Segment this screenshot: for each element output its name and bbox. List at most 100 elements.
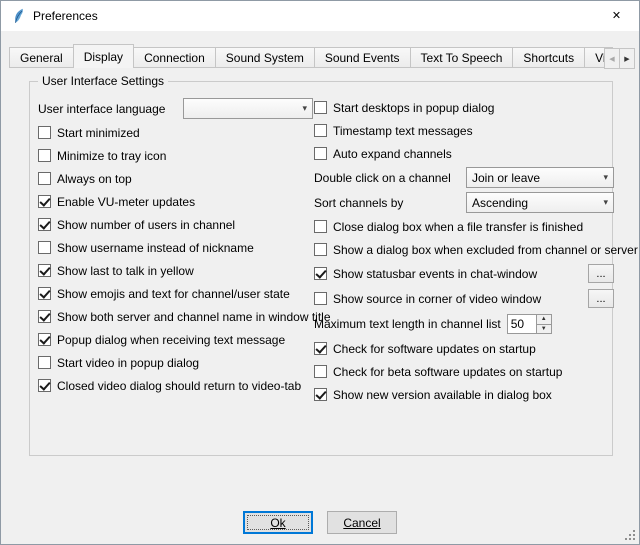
chevron-down-icon: ▾ bbox=[302, 103, 307, 114]
checkbox[interactable] bbox=[38, 195, 51, 208]
checkbox-row: Check for software updates on startup bbox=[314, 337, 614, 360]
resize-grip[interactable] bbox=[625, 530, 636, 541]
checkbox[interactable] bbox=[38, 149, 51, 162]
spin-down-icon[interactable]: ▼ bbox=[537, 325, 551, 334]
checkbox[interactable] bbox=[38, 218, 51, 231]
sort-channels-value: Ascending bbox=[472, 196, 599, 210]
checkbox-label[interactable]: Popup dialog when receiving text message bbox=[57, 333, 285, 347]
spin-up-icon[interactable]: ▲ bbox=[537, 315, 551, 325]
checkbox[interactable] bbox=[314, 292, 327, 305]
checkbox-label[interactable]: Auto expand channels bbox=[333, 147, 452, 161]
left-column: User interface language ▾ Start minimize… bbox=[38, 96, 313, 397]
double-click-row: Double click on a channel Join or leave … bbox=[314, 165, 614, 190]
tab-display[interactable]: Display bbox=[73, 44, 134, 68]
checkbox[interactable] bbox=[314, 101, 327, 114]
checkbox-row: Minimize to tray icon bbox=[38, 144, 313, 167]
max-text-length-stepper[interactable]: 50 ▲ ▼ bbox=[507, 314, 552, 334]
checkbox-row: Close dialog box when a file transfer is… bbox=[314, 215, 614, 238]
tab-sound-system[interactable]: Sound System bbox=[215, 47, 315, 67]
checkbox-label[interactable]: Show emojis and text for channel/user st… bbox=[57, 287, 290, 301]
checkbox-label[interactable]: Show number of users in channel bbox=[57, 218, 235, 232]
close-icon[interactable]: ✕ bbox=[594, 1, 639, 30]
checkbox-label[interactable]: Show both server and channel name in win… bbox=[57, 310, 331, 324]
video-source-config-button[interactable]: ... bbox=[588, 289, 614, 308]
checkbox[interactable] bbox=[38, 356, 51, 369]
chevron-down-icon: ▾ bbox=[603, 197, 608, 208]
checkbox[interactable] bbox=[314, 124, 327, 137]
sort-channels-row: Sort channels by Ascending ▾ bbox=[314, 190, 614, 215]
checkbox-row: Show emojis and text for channel/user st… bbox=[38, 282, 313, 305]
checkbox-row: Check for beta software updates on start… bbox=[314, 360, 614, 383]
checkbox-row: Show new version available in dialog box bbox=[314, 383, 614, 406]
checkbox-row: Popup dialog when receiving text message bbox=[38, 328, 313, 351]
checkbox[interactable] bbox=[314, 267, 327, 280]
titlebar: Preferences ✕ bbox=[1, 1, 639, 31]
sort-channels-label: Sort channels by bbox=[314, 196, 466, 210]
statusbar-events-row: Show statusbar events in chat-window ... bbox=[314, 261, 614, 286]
tab-scroll-left-icon[interactable]: ◀ bbox=[604, 48, 620, 69]
checkbox-row: Enable VU-meter updates bbox=[38, 190, 313, 213]
checkbox-row: Show last to talk in yellow bbox=[38, 259, 313, 282]
tab-scroll-buttons: ◀ ▶ bbox=[604, 48, 635, 69]
dialog-buttons: Ok Cancel bbox=[1, 511, 639, 534]
checkbox-label[interactable]: Check for software updates on startup bbox=[333, 342, 536, 356]
checkbox[interactable] bbox=[314, 243, 327, 256]
checkbox-label[interactable]: Start minimized bbox=[57, 126, 140, 140]
checkbox-label[interactable]: Show statusbar events in chat-window bbox=[333, 267, 537, 281]
checkbox-label[interactable]: Check for beta software updates on start… bbox=[333, 365, 562, 379]
checkbox[interactable] bbox=[38, 126, 51, 139]
double-click-value: Join or leave bbox=[472, 171, 599, 185]
checkbox-label[interactable]: Start desktops in popup dialog bbox=[333, 101, 494, 115]
ok-button[interactable]: Ok bbox=[243, 511, 313, 534]
tab-connection[interactable]: Connection bbox=[133, 47, 216, 67]
checkbox-label[interactable]: Minimize to tray icon bbox=[57, 149, 166, 163]
checkbox[interactable] bbox=[38, 264, 51, 277]
checkbox-label[interactable]: Show source in corner of video window bbox=[333, 292, 541, 306]
tab-general[interactable]: General bbox=[9, 47, 74, 67]
user-interface-settings-group: User Interface Settings User interface l… bbox=[29, 81, 613, 456]
window-title: Preferences bbox=[33, 9, 98, 23]
checkbox[interactable] bbox=[38, 310, 51, 323]
preferences-dialog: Preferences ✕ General Display Connection… bbox=[0, 0, 640, 545]
tab-scroll-right-icon[interactable]: ▶ bbox=[619, 48, 635, 69]
tab-sound-events[interactable]: Sound Events bbox=[314, 47, 411, 67]
app-icon bbox=[10, 8, 26, 24]
cancel-button[interactable]: Cancel bbox=[327, 511, 397, 534]
checkbox[interactable] bbox=[314, 342, 327, 355]
checkbox-row: Show both server and channel name in win… bbox=[38, 305, 313, 328]
checkbox-label[interactable]: Start video in popup dialog bbox=[57, 356, 199, 370]
double-click-label: Double click on a channel bbox=[314, 171, 466, 185]
checkbox[interactable] bbox=[38, 287, 51, 300]
double-click-select[interactable]: Join or leave ▾ bbox=[466, 167, 614, 188]
tab-shortcuts[interactable]: Shortcuts bbox=[512, 47, 585, 67]
checkbox-label[interactable]: Close dialog box when a file transfer is… bbox=[333, 220, 583, 234]
statusbar-events-config-button[interactable]: ... bbox=[588, 264, 614, 283]
checkbox-label[interactable]: Closed video dialog should return to vid… bbox=[57, 379, 301, 393]
checkbox-label[interactable]: Show username instead of nickname bbox=[57, 241, 254, 255]
checkbox[interactable] bbox=[314, 220, 327, 233]
checkbox-label[interactable]: Enable VU-meter updates bbox=[57, 195, 195, 209]
checkbox-row: Timestamp text messages bbox=[314, 119, 614, 142]
checkbox-row: Start minimized bbox=[38, 121, 313, 144]
checkbox-label[interactable]: Show new version available in dialog box bbox=[333, 388, 552, 402]
checkbox-row: Start desktops in popup dialog bbox=[314, 96, 614, 119]
checkbox[interactable] bbox=[314, 147, 327, 160]
sort-channels-select[interactable]: Ascending ▾ bbox=[466, 192, 614, 213]
tab-bar: General Display Connection Sound System … bbox=[9, 44, 613, 68]
checkbox-label[interactable]: Always on top bbox=[57, 172, 132, 186]
language-label: User interface language bbox=[38, 102, 183, 116]
checkbox[interactable] bbox=[38, 172, 51, 185]
max-text-length-value[interactable]: 50 bbox=[508, 315, 536, 333]
video-source-row: Show source in corner of video window ..… bbox=[314, 286, 614, 311]
checkbox-row: Show a dialog box when excluded from cha… bbox=[314, 238, 614, 261]
tab-text-to-speech[interactable]: Text To Speech bbox=[410, 47, 514, 67]
checkbox[interactable] bbox=[314, 388, 327, 401]
checkbox[interactable] bbox=[314, 365, 327, 378]
checkbox[interactable] bbox=[38, 379, 51, 392]
checkbox[interactable] bbox=[38, 333, 51, 346]
checkbox-label[interactable]: Show last to talk in yellow bbox=[57, 264, 194, 278]
language-select[interactable]: ▾ bbox=[183, 98, 313, 119]
checkbox-label[interactable]: Timestamp text messages bbox=[333, 124, 473, 138]
checkbox-label[interactable]: Show a dialog box when excluded from cha… bbox=[333, 243, 638, 257]
checkbox[interactable] bbox=[38, 241, 51, 254]
